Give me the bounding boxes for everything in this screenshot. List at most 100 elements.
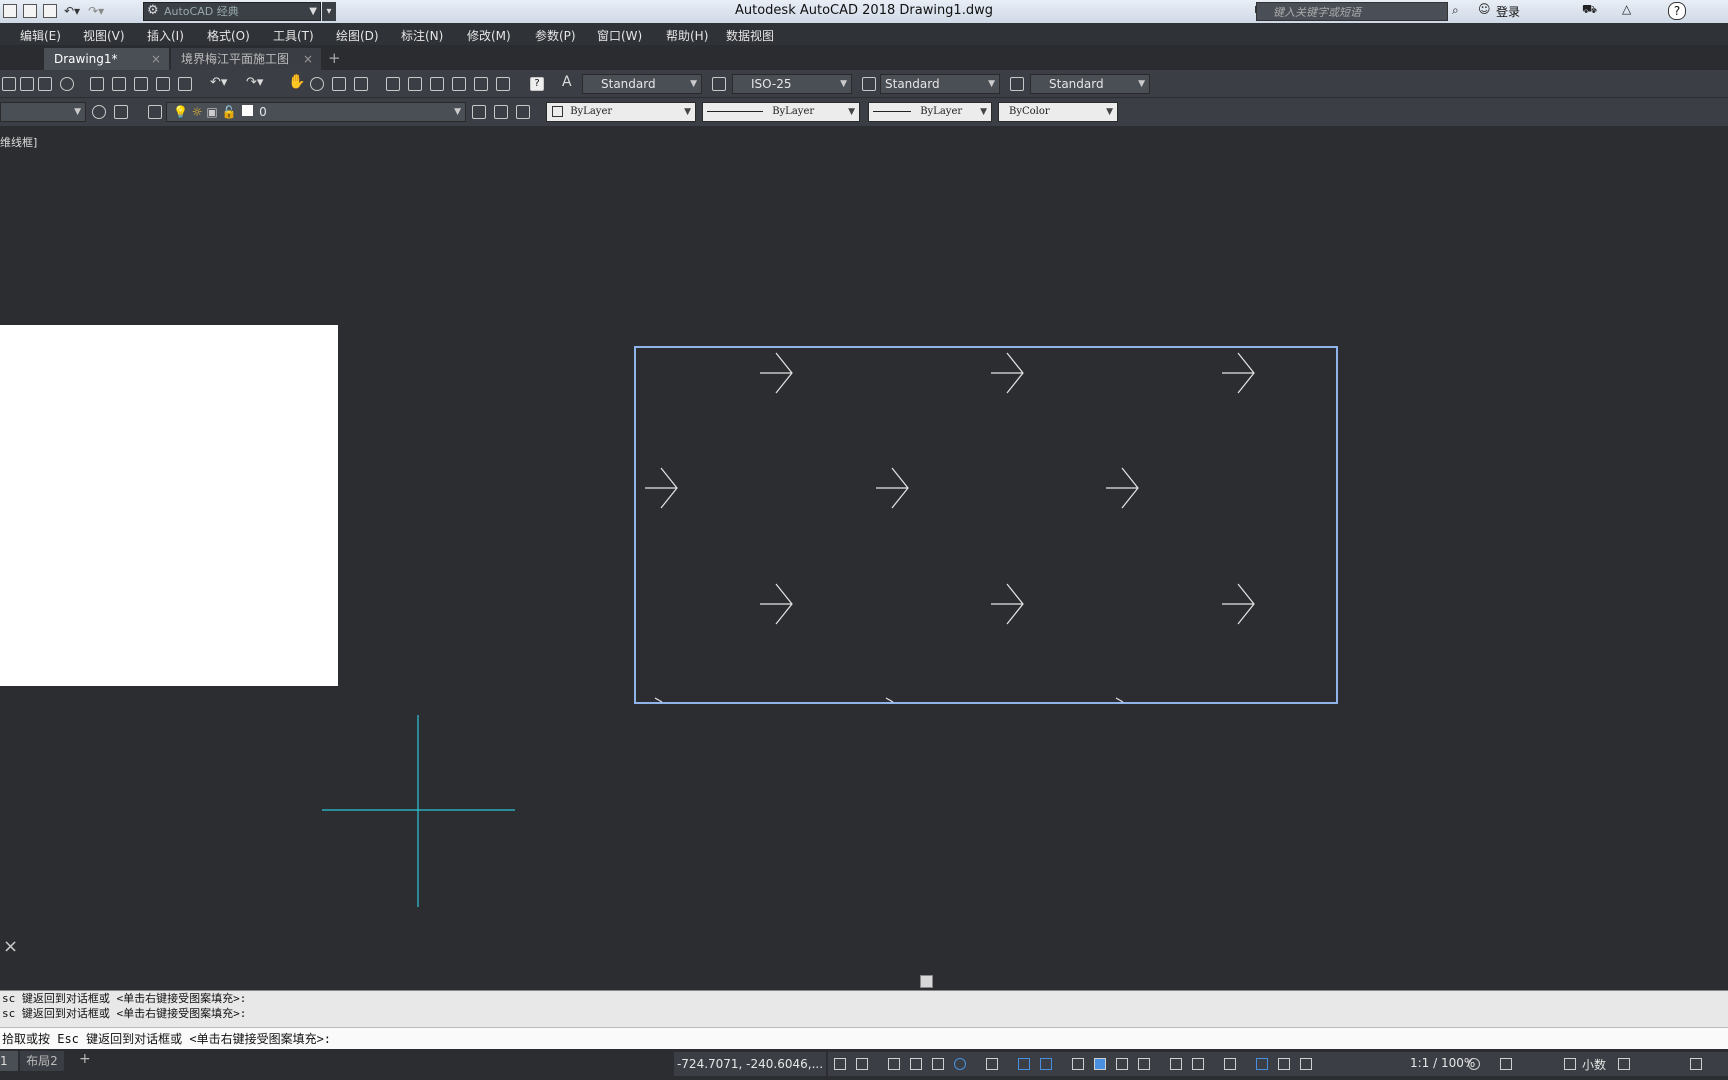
ortho-icon[interactable]	[932, 1058, 944, 1070]
a360-icon[interactable]: △	[1622, 2, 1631, 16]
zoom-realtime-icon[interactable]	[310, 77, 324, 91]
viewport-style-label[interactable]: 维线框]	[0, 134, 37, 150]
polar-icon[interactable]	[954, 1058, 966, 1070]
close-icon[interactable]: ×	[3, 936, 18, 957]
close-icon[interactable]: ×	[303, 48, 313, 70]
text-style-select[interactable]: Standard ▼	[582, 74, 702, 94]
infer-icon[interactable]	[888, 1058, 900, 1070]
clean-screen-icon[interactable]	[1690, 1058, 1702, 1070]
undo-icon[interactable]: ↶▾	[210, 75, 227, 90]
redo-icon[interactable]: ↷▾	[246, 75, 263, 90]
file-tab-bar: Drawing1* × 境界梅江平面施工图 ×	[0, 45, 1728, 70]
hatch-arrow	[991, 352, 1024, 394]
auto-scale-icon[interactable]	[1278, 1058, 1290, 1070]
qnew-icon[interactable]	[2, 77, 16, 91]
menu-modify[interactable]: 修改(M)	[467, 27, 511, 44]
match-properties-icon[interactable]	[156, 77, 170, 91]
publish-icon[interactable]	[60, 77, 74, 91]
menu-insert[interactable]: 插入(I)	[147, 27, 184, 44]
menu-window[interactable]: 窗口(W)	[597, 27, 642, 44]
annotation-visibility-icon[interactable]	[1256, 1058, 1268, 1070]
menu-edit[interactable]: 编辑(E)	[20, 27, 61, 44]
units-select[interactable]: 小数	[1582, 1056, 1606, 1073]
dim-style-select[interactable]: ISO-25 ▼	[732, 74, 852, 94]
close-icon[interactable]: ×	[151, 48, 161, 70]
layer-properties-icon[interactable]	[92, 105, 106, 119]
lineweight-select[interactable]: ByLayer ▼	[868, 102, 992, 122]
color-select[interactable]: ByLayer ▼	[546, 102, 696, 122]
plotstyle-select[interactable]: ByColor ▼	[998, 102, 1118, 122]
make-object-layer-current-icon[interactable]	[148, 105, 162, 119]
horizontal-scrollbar[interactable]	[0, 972, 1728, 990]
layer-isolate-icon[interactable]	[494, 105, 508, 119]
zoom-previous-icon[interactable]	[354, 77, 368, 91]
quick-properties-icon[interactable]	[1564, 1058, 1576, 1070]
tab-site-plan[interactable]: 境界梅江平面施工图 ×	[171, 48, 321, 70]
calculator-icon[interactable]	[496, 77, 510, 91]
dynamic-ucs-icon[interactable]	[1170, 1058, 1182, 1070]
linetype-select[interactable]: ByLayer ▼	[702, 102, 860, 122]
sheet-set-icon[interactable]	[452, 77, 466, 91]
cart-icon[interactable]: ⛟	[1582, 2, 1597, 18]
layer-select[interactable]: 💡 ☼ ▣ 🔓 0 ▼	[166, 102, 466, 122]
annotation-scale[interactable]: 1:1 / 100%	[1410, 1056, 1475, 1070]
menu-format[interactable]: 格式(O)	[207, 27, 250, 44]
help-icon[interactable]: ?	[530, 77, 544, 91]
dynamic-input-icon[interactable]	[910, 1058, 922, 1070]
block-editor-icon[interactable]	[178, 77, 192, 91]
menu-help[interactable]: 帮助(H)	[666, 27, 708, 44]
menu-data-view[interactable]: 数据视图	[726, 27, 774, 44]
menu-view[interactable]: 视图(V)	[83, 27, 125, 44]
add-icon[interactable]	[1500, 1058, 1512, 1070]
selection-filter-icon[interactable]	[1192, 1058, 1204, 1070]
lock-ui-icon[interactable]	[1618, 1058, 1630, 1070]
tab-layout1[interactable]: 1	[0, 1051, 18, 1071]
workspace-layer-select[interactable]: ▼	[0, 102, 86, 122]
login-button[interactable]: 登录	[1496, 3, 1520, 20]
zoom-window-icon[interactable]	[332, 77, 346, 91]
mleader-style-select[interactable]: Standard ▼	[1030, 74, 1150, 94]
gizmo-icon[interactable]	[1224, 1058, 1236, 1070]
hatch-pattern[interactable]	[645, 352, 1255, 703]
markup-icon[interactable]	[474, 77, 488, 91]
transparency-icon[interactable]	[1094, 1058, 1106, 1070]
open-icon[interactable]	[20, 77, 34, 91]
snap-icon[interactable]	[856, 1058, 868, 1070]
layer-states-icon[interactable]	[114, 105, 128, 119]
user-icon[interactable]: ☺	[1478, 2, 1491, 16]
scrollbar-thumb[interactable]	[920, 975, 933, 988]
object-snap-icon[interactable]	[1040, 1058, 1052, 1070]
menu-tools[interactable]: 工具(T)	[273, 27, 314, 44]
add-layout-button[interactable]: +	[79, 1051, 91, 1067]
paste-icon[interactable]	[134, 77, 148, 91]
selected-hatch-boundary[interactable]	[634, 346, 1338, 704]
plot-icon[interactable]	[38, 77, 52, 91]
annotation-scale-icon[interactable]	[1300, 1058, 1312, 1070]
search-input[interactable]: 键入关键字或短语	[1256, 2, 1448, 21]
coordinates-readout[interactable]: -724.7071, -240.6046,...	[674, 1052, 826, 1076]
help-icon[interactable]: ?	[1668, 2, 1686, 20]
tab-drawing1[interactable]: Drawing1* ×	[44, 48, 169, 70]
menu-dimension[interactable]: 标注(N)	[401, 27, 443, 44]
design-center-icon[interactable]	[408, 77, 422, 91]
pan-icon[interactable]: ✋	[288, 74, 305, 90]
table-style-select[interactable]: Standard ▼	[880, 74, 1000, 94]
new-tab-button[interactable]: +	[328, 49, 341, 67]
cut-icon[interactable]	[90, 77, 104, 91]
layer-previous-icon[interactable]	[472, 105, 486, 119]
selection-cycling-icon[interactable]	[1116, 1058, 1128, 1070]
command-input[interactable]: 拾取或按 Esc 键返回到对话框或 <单击右键接受图案填充>:	[0, 1027, 1728, 1049]
grid-icon[interactable]	[834, 1058, 846, 1070]
menu-draw[interactable]: 绘图(D)	[336, 27, 379, 44]
isodraft-icon[interactable]	[986, 1058, 998, 1070]
3d-osnap-icon[interactable]	[1138, 1058, 1150, 1070]
tab-layout2[interactable]: 布局2	[20, 1051, 64, 1071]
binoculars-icon[interactable]: ⌕	[1452, 3, 1459, 18]
copy-icon[interactable]	[112, 77, 126, 91]
tool-palettes-icon[interactable]	[430, 77, 444, 91]
object-snap-tracking-icon[interactable]	[1018, 1058, 1030, 1070]
layer-unisolate-icon[interactable]	[516, 105, 530, 119]
properties-icon[interactable]	[386, 77, 400, 91]
lineweight-icon[interactable]	[1072, 1058, 1084, 1070]
menu-parametric[interactable]: 参数(P)	[535, 27, 576, 44]
